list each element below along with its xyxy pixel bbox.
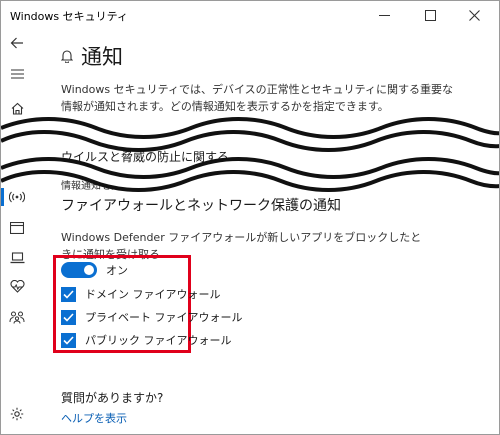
app-window: Windows セキュリティ 通知 Windows セキュリティでは、デバイスの… (0, 0, 500, 435)
nav-device-health[interactable] (6, 277, 28, 295)
private-firewall-checkbox[interactable]: プライベート ファイアウォール (61, 309, 243, 325)
close-icon (468, 9, 480, 21)
toggle-knob (84, 265, 94, 275)
title-bar: Windows セキュリティ (1, 1, 499, 31)
browser-icon (10, 222, 24, 234)
family-icon (9, 311, 25, 324)
back-arrow-icon (10, 37, 23, 49)
page-cut-wave (1, 117, 499, 192)
nav-family-options[interactable] (6, 308, 28, 326)
app-title: Windows セキュリティ (10, 10, 128, 23)
nav-settings[interactable] (6, 405, 28, 423)
checkmark-icon (63, 289, 74, 299)
page-title: 通知 (81, 45, 123, 69)
back-button[interactable] (6, 34, 28, 52)
checkbox-checked[interactable] (61, 286, 76, 302)
checkbox-checked[interactable] (61, 332, 76, 348)
minimize-icon (378, 14, 390, 16)
gear-icon (10, 407, 24, 421)
checkmark-icon (63, 312, 74, 322)
toggle-label: オン (106, 264, 128, 277)
hamburger-icon (10, 69, 24, 79)
checkbox-label: パブリック ファイアウォール (85, 334, 232, 347)
checkbox-label: プライベート ファイアウォール (85, 311, 243, 324)
home-icon (11, 102, 23, 115)
firewall-section-heading: ファイアウォールとネットワーク保護の通知 (61, 198, 341, 214)
nav-app-browser[interactable] (6, 219, 28, 237)
heart-pulse-icon (9, 279, 25, 293)
help-link[interactable]: ヘルプを表示 (61, 410, 127, 426)
bell-icon (61, 50, 73, 63)
checkbox-label: ドメイン ファイアウォール (85, 288, 221, 301)
domain-firewall-checkbox[interactable]: ドメイン ファイアウォール (61, 286, 221, 302)
menu-button[interactable] (6, 65, 28, 83)
laptop-icon (10, 252, 24, 264)
help-question: 質問がありますか? (61, 391, 164, 405)
public-firewall-checkbox[interactable]: パブリック ファイアウォール (61, 332, 232, 348)
nav-home[interactable] (6, 99, 28, 117)
close-button[interactable] (457, 3, 491, 27)
minimize-button[interactable] (367, 3, 401, 27)
checkbox-checked[interactable] (61, 309, 76, 325)
maximize-button[interactable] (413, 3, 447, 27)
nav-device-security[interactable] (6, 249, 28, 267)
checkmark-icon (63, 335, 74, 345)
page-header: 通知 (61, 41, 123, 71)
toggle-switch[interactable] (61, 262, 97, 278)
maximize-icon (424, 9, 436, 21)
firewall-notification-toggle[interactable]: オン (61, 262, 128, 278)
page-description: Windows セキュリティでは、デバイスの正常性とセキュリティに関する重要な情… (61, 83, 453, 113)
